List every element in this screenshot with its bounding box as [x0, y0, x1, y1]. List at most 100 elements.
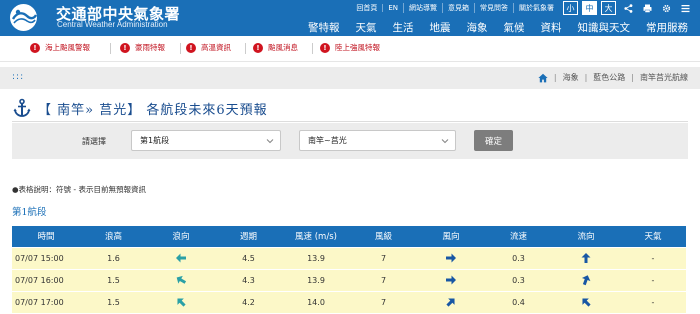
- breadcrumb-bar: ::: | 海象 | 藍色公路 | 南竿莒光航線: [0, 67, 700, 89]
- breadcrumb-marine[interactable]: 海象: [563, 72, 579, 83]
- cell-wind-level: 7: [350, 246, 417, 269]
- chevron-down-icon: [266, 139, 274, 144]
- selector-label: 請選擇: [82, 137, 106, 146]
- confirm-button[interactable]: 確定: [474, 130, 513, 151]
- breadcrumb-current-route: 南竿莒光航線: [640, 73, 688, 82]
- link-about[interactable]: 關於氣象署: [513, 3, 559, 13]
- breadcrumb: | 海象 | 藍色公路 | 南竿莒光航線: [538, 72, 688, 83]
- col-header-wind-direction: 風向: [417, 226, 485, 247]
- alert-icon: !: [253, 42, 263, 53]
- current-direction-arrow-icon: [582, 298, 591, 307]
- cell-weather: -: [620, 290, 686, 313]
- forecast-table: 時間 浪高 浪向 週期 風速 (m/s) 風級 風向 流速 流向 天氣 07/0…: [12, 226, 686, 313]
- table-row: 07/07 16:00 1.5 4.3 13.9 7 0.3 -: [12, 268, 686, 291]
- link-sitemap[interactable]: 網站導覽: [403, 3, 442, 13]
- col-header-current-direction: 流向: [552, 226, 620, 247]
- cell-wave-height: 1.6: [80, 246, 147, 269]
- segment-select[interactable]: 第1航段: [131, 130, 281, 151]
- cell-current-direction: [552, 268, 620, 291]
- font-size-small-button[interactable]: 小: [563, 1, 578, 15]
- page-title-row: 【 南竿» 莒光】 各航段未來6天預報: [12, 98, 268, 118]
- more-dots-icon[interactable]: :::: [12, 72, 24, 82]
- wind-direction-arrow-icon: [446, 253, 456, 263]
- print-icon[interactable]: [640, 1, 654, 15]
- wind-direction-arrow-icon: [446, 275, 456, 285]
- link-feedback[interactable]: 意見箱: [442, 3, 474, 13]
- alert-marine-typhoon[interactable]: ! 海上颱風警報: [30, 42, 90, 53]
- alert-icon: !: [320, 42, 330, 53]
- cell-wave-height: 1.5: [80, 290, 147, 313]
- section-title: 第1航段: [12, 207, 47, 218]
- cell-wind-speed: 13.9: [282, 246, 350, 269]
- anchor-icon: [13, 98, 31, 117]
- font-size-medium-button[interactable]: 中: [582, 1, 597, 15]
- cell-current-speed: 0.3: [485, 246, 552, 269]
- selector-panel: 請選擇 第1航段 南竿~莒光 確定: [12, 123, 688, 159]
- divider: [245, 43, 246, 54]
- col-header-wave-height: 浪高: [80, 226, 147, 247]
- cell-current-direction: [552, 290, 620, 313]
- col-header-period: 週期: [215, 226, 282, 247]
- utility-links: 回首頁 EN 網站導覽 意見箱 常見問答 關於氣象署 小 中 大: [351, 0, 692, 16]
- col-header-current-speed: 流速: [485, 226, 552, 247]
- nav-item-marine[interactable]: 海象: [467, 20, 488, 35]
- link-home[interactable]: 回首頁: [351, 3, 382, 13]
- alert-heavy-rain[interactable]: ! 豪雨特報: [120, 42, 165, 53]
- cell-wind-speed: 14.0: [282, 290, 350, 313]
- alert-high-temperature[interactable]: ! 高溫資訊: [186, 42, 231, 53]
- chevron-down-icon: [441, 139, 449, 144]
- divider: [180, 43, 181, 54]
- wind-direction-arrow-icon: [446, 298, 455, 307]
- nav-item-climate[interactable]: 氣候: [504, 20, 525, 35]
- breadcrumb-separator: |: [553, 73, 557, 82]
- cell-wind-direction: [417, 268, 485, 291]
- alert-label: 陸上強風特報: [335, 43, 380, 52]
- breadcrumb-separator: |: [584, 73, 588, 82]
- menu-icon[interactable]: [678, 1, 692, 15]
- cell-wind-level: 7: [350, 268, 417, 291]
- route-select[interactable]: 南竿~莒光: [299, 130, 456, 151]
- cell-wave-direction: [147, 246, 215, 269]
- nav-item-data[interactable]: 資料: [541, 20, 562, 35]
- cell-wave-direction: [147, 268, 215, 291]
- col-header-weather: 天氣: [620, 226, 686, 247]
- nav-item-earthquake[interactable]: 地震: [430, 20, 451, 35]
- breadcrumb-blue-highway[interactable]: 藍色公路: [593, 72, 625, 83]
- breadcrumb-separator: |: [631, 73, 634, 82]
- nav-item-warnings[interactable]: 警特報: [308, 20, 340, 35]
- cell-current-speed: 0.4: [485, 290, 552, 313]
- cell-current-direction: [552, 246, 620, 269]
- brand-name-en[interactable]: Central Weather Administration: [57, 20, 168, 29]
- table-row: 07/07 15:00 1.6 4.5 13.9 7 0.3 -: [12, 246, 686, 269]
- nav-item-life[interactable]: 生活: [393, 20, 414, 35]
- alert-label: 豪雨特報: [135, 43, 165, 52]
- alert-land-wind[interactable]: ! 陸上強風特報: [320, 42, 380, 53]
- share-icon[interactable]: [621, 1, 635, 15]
- nav-item-knowledge[interactable]: 知識與天文: [578, 20, 631, 35]
- cell-wind-direction: [417, 246, 485, 269]
- col-header-wind-speed: 風速 (m/s): [282, 226, 350, 247]
- link-faq[interactable]: 常見問答: [474, 3, 513, 13]
- divider: [12, 121, 688, 122]
- nav-item-services[interactable]: 常用服務: [646, 20, 688, 35]
- segment-select-value: 第1航段: [140, 136, 170, 145]
- cell-wind-direction: [417, 290, 485, 313]
- cell-time: 07/07 16:00: [12, 268, 80, 291]
- site-header: 交通部中央氣象署 Central Weather Administration …: [0, 0, 700, 36]
- home-icon[interactable]: [538, 73, 548, 83]
- link-english[interactable]: EN: [382, 4, 403, 12]
- alert-icon: !: [186, 42, 196, 53]
- nav-item-weather[interactable]: 天氣: [356, 20, 377, 35]
- current-direction-arrow-icon: [581, 253, 591, 263]
- wave-direction-arrow-icon: [176, 253, 186, 263]
- settings-gear-icon[interactable]: [659, 1, 673, 15]
- cell-weather: -: [620, 246, 686, 269]
- cell-wind-speed: 13.9: [282, 268, 350, 291]
- cell-wave-height: 1.5: [80, 268, 147, 291]
- font-size-large-button[interactable]: 大: [601, 1, 616, 15]
- alert-typhoon-news[interactable]: ! 颱風消息: [253, 42, 298, 53]
- cwa-logo-icon[interactable]: [9, 3, 52, 32]
- page-title: 【 南竿» 莒光】 各航段未來6天預報: [38, 102, 268, 118]
- wave-direction-arrow-icon: [176, 275, 187, 284]
- main-nav: 警特報 天氣 生活 地震 海象 氣候 資料 知識與天文 常用服務: [308, 20, 688, 35]
